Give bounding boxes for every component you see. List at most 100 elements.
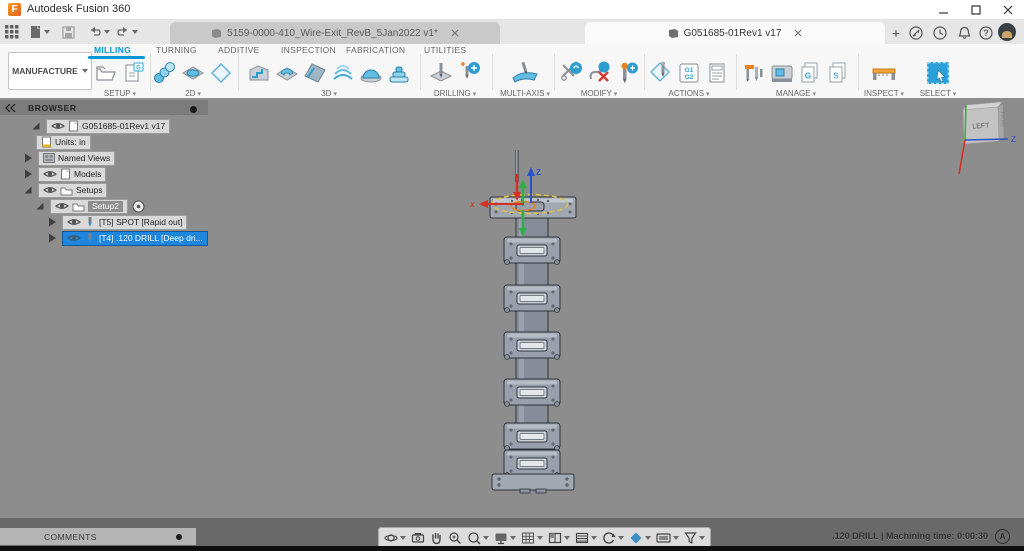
zoom-icon[interactable] xyxy=(448,531,462,545)
template-icon[interactable]: S xyxy=(825,60,851,86)
pocket-icon[interactable] xyxy=(274,60,300,86)
gcode-doc-icon[interactable]: G xyxy=(121,60,147,86)
collapsed-icon[interactable] xyxy=(46,216,58,228)
group-label-3d[interactable]: 3D xyxy=(321,89,337,98)
ribbon-tab-turning[interactable]: TURNING xyxy=(156,45,197,55)
collapsed-icon[interactable] xyxy=(22,152,34,164)
measure-icon[interactable] xyxy=(870,60,898,86)
viewports-icon[interactable] xyxy=(548,531,570,545)
orbit-icon[interactable] xyxy=(384,531,406,545)
tool-library-icon[interactable] xyxy=(741,60,767,86)
expanded-icon[interactable] xyxy=(30,120,42,132)
post-process-icon[interactable]: G1G2 xyxy=(676,60,702,86)
group-label-2d[interactable]: 2D xyxy=(185,89,201,98)
minimize-button[interactable] xyxy=(928,0,960,19)
waveguide-part[interactable] xyxy=(490,197,576,493)
simulate-play-icon[interactable] xyxy=(602,531,624,545)
notifications-bell-icon[interactable] xyxy=(956,25,972,41)
browser-row-units[interactable]: Units: in xyxy=(36,135,91,149)
delete-passes-icon[interactable] xyxy=(586,60,612,86)
user-avatar[interactable] xyxy=(998,23,1016,41)
browser-row-document[interactable]: G051685-01Rev1 v17 xyxy=(30,119,170,133)
file-menu-button[interactable] xyxy=(30,24,50,40)
app-grid-icon[interactable] xyxy=(5,24,19,40)
panel-options-icon[interactable] xyxy=(190,106,197,113)
assistant-badge-icon[interactable]: A xyxy=(995,529,1010,544)
group-label-setup[interactable]: SETUP xyxy=(104,89,136,98)
3d-viewport[interactable]: BROWSER G051685-01Rev1 v17 Units: in Nam… xyxy=(0,98,1024,546)
comments-panel[interactable]: COMMENTS xyxy=(0,528,196,545)
ramp-icon[interactable] xyxy=(302,60,328,86)
document-tab-inactive[interactable]: 5159-0000-410_Wire-Exit_RevB_5Jan2022 v1… xyxy=(170,22,500,44)
extensions-icon[interactable] xyxy=(908,25,924,41)
browser-row-named-views[interactable]: Named Views xyxy=(22,151,115,165)
ribbon-tab-milling[interactable]: MILLING xyxy=(94,45,131,55)
turning-icon[interactable] xyxy=(152,60,178,86)
close-tab-icon[interactable] xyxy=(451,29,459,37)
collapsed-icon[interactable] xyxy=(46,232,58,244)
contour-icon[interactable] xyxy=(208,60,234,86)
group-label-drilling[interactable]: DRILLING xyxy=(434,89,476,98)
job-status-icon[interactable] xyxy=(932,25,948,41)
group-label-inspect[interactable]: INSPECT xyxy=(864,89,904,98)
viewcube-face-label[interactable]: LEFT xyxy=(972,122,990,130)
maximize-button[interactable] xyxy=(960,0,992,19)
visibility-eye-icon[interactable] xyxy=(67,217,81,227)
swarf-icon[interactable] xyxy=(510,60,540,86)
grid-icon[interactable] xyxy=(521,531,543,545)
select-window-icon[interactable] xyxy=(925,60,951,86)
face-icon[interactable] xyxy=(180,60,206,86)
close-button[interactable] xyxy=(992,0,1024,19)
browser-row-setup2[interactable]: Setup2 xyxy=(34,199,145,213)
passes-icon[interactable] xyxy=(575,531,597,545)
expanded-icon[interactable] xyxy=(34,200,46,212)
save-button[interactable] xyxy=(62,24,75,40)
display-settings-icon[interactable] xyxy=(494,531,516,545)
look-at-icon[interactable] xyxy=(411,531,425,545)
drill-icon[interactable] xyxy=(428,60,454,86)
redo-button[interactable] xyxy=(116,24,138,40)
fullscreen-icon[interactable] xyxy=(656,531,679,545)
group-label-multiaxis[interactable]: MULTI-AXIS xyxy=(500,89,550,98)
compare-icon[interactable] xyxy=(629,531,651,545)
visibility-eye-icon[interactable] xyxy=(43,185,57,195)
spiral-icon[interactable] xyxy=(330,60,356,86)
new-tab-button[interactable]: + xyxy=(888,26,904,42)
close-tab-icon[interactable] xyxy=(794,29,802,37)
ribbon-tab-inspection[interactable]: INSPECTION xyxy=(281,45,336,55)
group-label-modify[interactable]: MODIFY xyxy=(581,89,618,98)
browser-row-models[interactable]: Models xyxy=(22,167,106,181)
activate-setup-icon[interactable] xyxy=(132,200,145,213)
group-label-actions[interactable]: ACTIONS xyxy=(668,89,709,98)
help-icon[interactable]: ? xyxy=(978,25,994,41)
collapse-panel-icon[interactable] xyxy=(5,104,17,112)
ribbon-tab-fabrication[interactable]: FABRICATION xyxy=(346,45,405,55)
trim-icon[interactable] xyxy=(558,60,584,86)
setup-sheet-icon[interactable] xyxy=(704,60,730,86)
undo-button[interactable] xyxy=(88,24,110,40)
edit-tool-icon[interactable] xyxy=(614,60,640,86)
viewcube-side-label[interactable]: FRONT xyxy=(1000,112,1006,128)
pan-icon[interactable] xyxy=(430,531,443,545)
comments-options-icon[interactable] xyxy=(176,534,182,540)
visibility-eye-icon[interactable] xyxy=(67,233,81,243)
ribbon-tab-utilities[interactable]: UTILITIES xyxy=(424,45,466,55)
visibility-eye-icon[interactable] xyxy=(55,201,69,211)
browser-row-op-spot[interactable]: [T5] SPOT [Rapid out] xyxy=(46,215,187,229)
adaptive-icon[interactable] xyxy=(246,60,272,86)
browser-row-op-drill-selected[interactable]: [T4] .120 DRILL [Deep dri... xyxy=(46,231,208,245)
machine-icon[interactable] xyxy=(769,60,795,86)
view-cube[interactable]: LEFT FRONT Z xyxy=(938,98,1024,184)
workspace-selector[interactable]: MANUFACTURE xyxy=(8,52,92,90)
drill-create-icon[interactable] xyxy=(456,60,482,86)
new-setup-icon[interactable] xyxy=(93,60,119,86)
steps-icon[interactable] xyxy=(386,60,412,86)
visibility-eye-icon[interactable] xyxy=(51,121,65,131)
group-label-select[interactable]: SELECT xyxy=(920,89,957,98)
cad-model[interactable]: Z x xyxy=(420,148,660,508)
post-library-icon[interactable]: G xyxy=(797,60,823,86)
collapsed-icon[interactable] xyxy=(22,168,34,180)
fit-icon[interactable] xyxy=(467,531,489,545)
document-tab-active[interactable]: G051685-01Rev1 v17 xyxy=(585,22,885,44)
visibility-eye-icon[interactable] xyxy=(43,169,57,179)
